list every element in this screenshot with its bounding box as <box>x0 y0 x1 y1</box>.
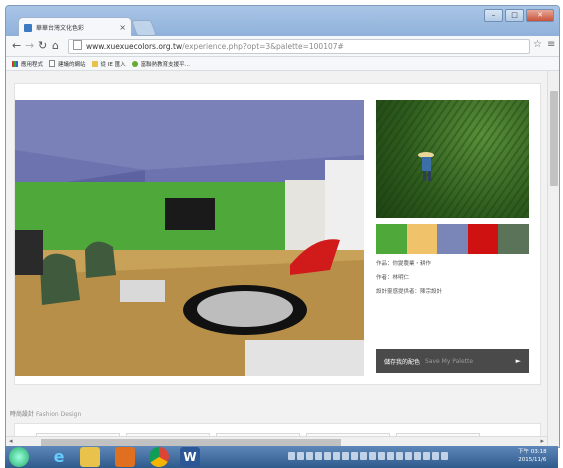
scroll-thumb[interactable] <box>550 91 558 186</box>
word-icon[interactable]: W <box>180 447 200 467</box>
tray-icon[interactable] <box>306 452 313 460</box>
tray-icon[interactable] <box>369 452 376 460</box>
tray-icon[interactable] <box>441 452 448 460</box>
room-render-image <box>15 100 364 376</box>
tray-icon[interactable] <box>432 452 439 460</box>
tray-icon[interactable] <box>351 452 358 460</box>
bookmark-item[interactable]: 從 IE 匯入 <box>91 60 126 68</box>
clock-time: 下午 03:18 <box>518 449 547 455</box>
tray-icon[interactable] <box>405 452 412 460</box>
address-bar[interactable]: www.xuexuecolors.org.tw/experience.php?o… <box>68 39 530 54</box>
leaf-icon <box>131 60 138 67</box>
menu-icon[interactable]: ≡ <box>547 39 555 50</box>
palette-swatch[interactable] <box>376 224 407 254</box>
bookmark-label: 建議的網站 <box>58 61 86 68</box>
page-icon <box>49 60 56 67</box>
url-path: /experience.php?opt=3&palette=100107# <box>182 42 344 51</box>
page-icon <box>73 40 82 50</box>
back-arrow-icon[interactable]: ← <box>12 38 21 54</box>
farmer-image <box>418 152 434 181</box>
tray-icon[interactable] <box>387 452 394 460</box>
tab-close-icon[interactable]: × <box>119 23 126 32</box>
tray-icon[interactable] <box>333 452 340 460</box>
bookmark-item[interactable]: 應用程式 <box>12 60 43 68</box>
arrow-right-icon: ► <box>515 357 521 365</box>
scroll-left-icon[interactable]: ◂ <box>9 437 13 445</box>
color-palette <box>376 224 529 254</box>
tray-icon[interactable] <box>297 452 304 460</box>
browser-toolbar: ← → ↻ ⌂ www.xuexuecolors.org.tw/experien… <box>6 36 559 57</box>
internet-explorer-icon[interactable]: e <box>49 447 69 467</box>
home-icon[interactable]: ⌂ <box>52 38 59 54</box>
tray-icon[interactable] <box>342 452 349 460</box>
section-title-en: Fashion Design <box>36 411 82 418</box>
media-player-icon[interactable] <box>115 447 135 467</box>
page-viewport: 作品：你變農業・耕作 作者：林明仁 設計靈感提供者：陳宗設計 儲存我的配色 Sa… <box>6 71 559 447</box>
author: 作者：林明仁 <box>376 275 410 281</box>
palette-info: 作品：你變農業・耕作 作者：林明仁 設計靈感提供者：陳宗設計 <box>376 259 529 301</box>
tray-icon[interactable] <box>378 452 385 460</box>
work-title: 作品：你變農業・耕作 <box>376 261 432 267</box>
palette-swatch[interactable] <box>437 224 468 254</box>
scroll-thumb[interactable] <box>41 439 341 446</box>
bookmark-label: 富聯熱教育支援平... <box>140 61 190 68</box>
clock-date: 2015/11/6 <box>518 457 547 463</box>
reload-icon[interactable]: ↻ <box>38 38 47 54</box>
save-label: 儲存我的配色 <box>384 358 421 366</box>
chrome-icon[interactable] <box>149 447 169 467</box>
site-favicon-icon <box>24 23 32 32</box>
system-clock[interactable]: 下午 03:18 2015/11/6 <box>518 448 547 464</box>
section-heading: 時尚設計 Fashion Design <box>10 409 81 418</box>
window-controls: – □ ✕ <box>484 9 554 22</box>
forward-arrow-icon[interactable]: → <box>25 38 34 54</box>
tray-icon[interactable] <box>423 452 430 460</box>
scroll-right-icon[interactable]: ▸ <box>540 437 544 445</box>
save-label-en: Save My Palette <box>425 357 474 365</box>
browser-tab[interactable]: 華華台灣文化色彩 × <box>18 17 132 37</box>
tray-icon[interactable] <box>396 452 403 460</box>
tray-icon[interactable] <box>414 452 421 460</box>
bookmarks-bar: 應用程式 建議的網站 從 IE 匯入 富聯熱教育支援平... <box>6 57 559 71</box>
tab-title: 華華台灣文化色彩 <box>36 25 85 32</box>
inspiration-credit: 設計靈感提供者：陳宗設計 <box>376 289 443 295</box>
palette-swatch[interactable] <box>406 224 438 254</box>
apps-icon <box>12 60 18 67</box>
bookmark-star-icon[interactable]: ☆ <box>533 39 542 50</box>
bookmark-label: 應用程式 <box>21 61 44 68</box>
vertical-scrollbar[interactable] <box>547 71 559 447</box>
folder-icon <box>91 60 98 67</box>
tray-icon[interactable] <box>324 452 331 460</box>
system-tray <box>288 452 448 460</box>
maximize-button[interactable]: □ <box>505 9 524 22</box>
bookmark-label: 從 IE 匯入 <box>100 61 126 68</box>
file-explorer-icon[interactable] <box>80 447 100 467</box>
experience-card: 作品：你變農業・耕作 作者：林明仁 設計靈感提供者：陳宗設計 儲存我的配色 Sa… <box>14 83 541 385</box>
tray-icon[interactable] <box>288 452 295 460</box>
url-host: www.xuexuecolors.org.tw <box>86 42 183 51</box>
taskbar: e W 下午 03:18 2015/11/6 <box>5 446 558 468</box>
minimize-button[interactable]: – <box>484 9 503 22</box>
tray-icon[interactable] <box>315 452 322 460</box>
tray-icon[interactable] <box>360 452 367 460</box>
bookmark-item[interactable]: 建議的網站 <box>49 60 86 68</box>
inspiration-photo <box>376 100 529 218</box>
title-bar: 華華台灣文化色彩 × – □ ✕ <box>6 6 559 37</box>
save-palette-button[interactable]: 儲存我的配色 Save My Palette ► <box>376 349 529 373</box>
start-button[interactable] <box>9 447 29 467</box>
palette-swatch[interactable] <box>498 224 529 254</box>
browser-window: 華華台灣文化色彩 × – □ ✕ ← → ↻ ⌂ www.xuexuecolor… <box>5 5 560 448</box>
new-tab-button[interactable] <box>131 20 157 36</box>
bookmark-item[interactable]: 富聯熱教育支援平... <box>131 60 190 68</box>
section-title: 時尚設計 <box>10 411 35 418</box>
palette-swatch[interactable] <box>467 224 499 254</box>
close-window-button[interactable]: ✕ <box>526 9 554 22</box>
